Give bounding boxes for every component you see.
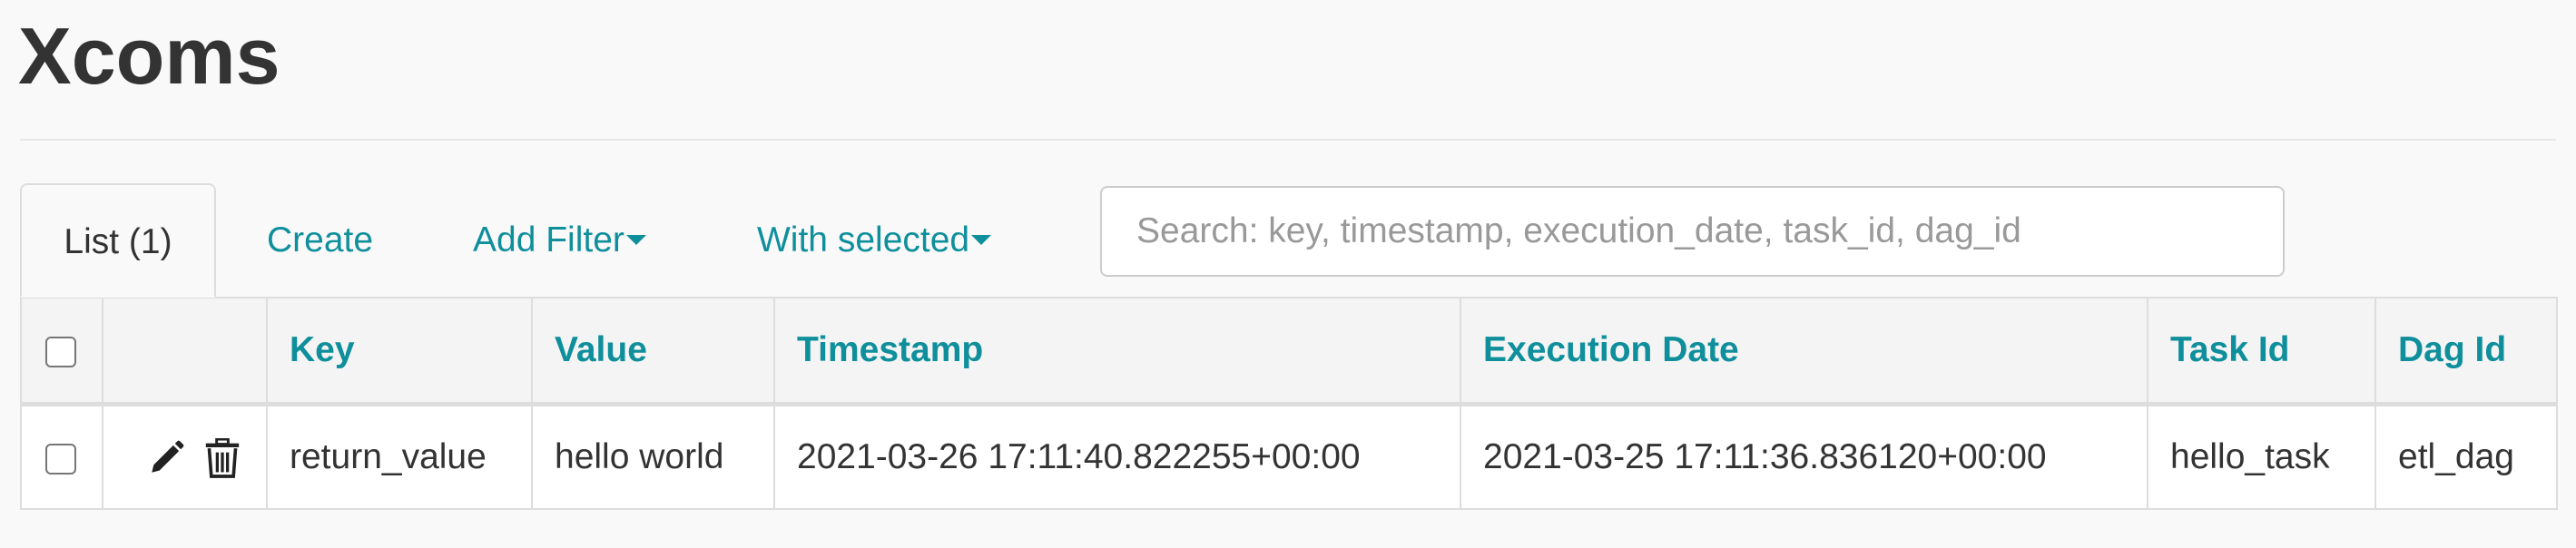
row-checkbox[interactable]: [45, 443, 76, 475]
cell-key: return_value: [266, 403, 533, 510]
caret-down-icon: [971, 235, 992, 246]
search-input[interactable]: [1100, 186, 2285, 277]
tab-add-filter[interactable]: Add Filter: [473, 183, 646, 298]
cell-dag-id: etl_dag: [2374, 403, 2558, 510]
column-header-key[interactable]: Key: [266, 297, 533, 406]
cell-execution-date: 2021-03-25 17:11:36.836120+00:00: [1460, 403, 2148, 510]
xcom-table: Key Value Timestamp Execution Date Task …: [20, 297, 2558, 510]
column-header-value[interactable]: Value: [531, 297, 775, 406]
table-row: return_value hello world 2021-03-26 17:1…: [20, 403, 2558, 510]
with-selected-label: With selected: [757, 220, 970, 259]
cell-task-id: hello_task: [2147, 403, 2376, 510]
title-divider: [20, 139, 2556, 141]
table-header-row: Key Value Timestamp Execution Date Task …: [20, 297, 2558, 406]
pencil-icon[interactable]: [147, 439, 185, 477]
page-title: Xcoms: [18, 11, 280, 101]
column-header-dag-id[interactable]: Dag Id: [2374, 297, 2558, 406]
select-all-cell: [20, 297, 103, 406]
row-select-cell: [20, 403, 103, 510]
actions-header: [102, 297, 268, 406]
trash-icon[interactable]: [204, 437, 241, 478]
column-header-task-id[interactable]: Task Id: [2147, 297, 2376, 406]
cell-timestamp: 2021-03-26 17:11:40.822255+00:00: [773, 403, 1461, 510]
caret-down-icon: [625, 235, 646, 246]
tab-list[interactable]: List (1): [20, 183, 216, 298]
column-header-timestamp[interactable]: Timestamp: [773, 297, 1461, 406]
column-header-execution-date[interactable]: Execution Date: [1460, 297, 2148, 406]
add-filter-label: Add Filter: [473, 220, 624, 259]
row-actions: [102, 403, 268, 510]
select-all-checkbox[interactable]: [45, 336, 76, 367]
cell-value: hello world: [531, 403, 775, 510]
tab-create[interactable]: Create: [267, 183, 373, 298]
tab-with-selected[interactable]: With selected: [757, 183, 992, 298]
